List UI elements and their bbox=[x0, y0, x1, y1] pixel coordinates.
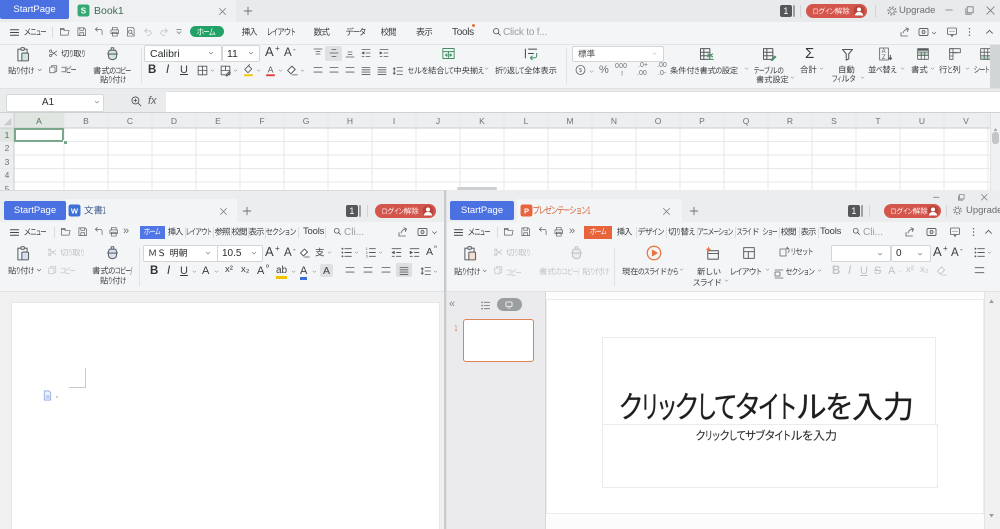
svg-text:$: $ bbox=[579, 68, 582, 74]
svg-text:S: S bbox=[81, 6, 87, 15]
svg-text:A: A bbox=[268, 65, 274, 75]
svg-text:A: A bbox=[882, 49, 886, 55]
svg-text:Z: Z bbox=[882, 55, 886, 61]
svg-text:3: 3 bbox=[366, 255, 368, 259]
svg-text:W: W bbox=[71, 206, 79, 215]
svg-text:P: P bbox=[524, 206, 529, 215]
